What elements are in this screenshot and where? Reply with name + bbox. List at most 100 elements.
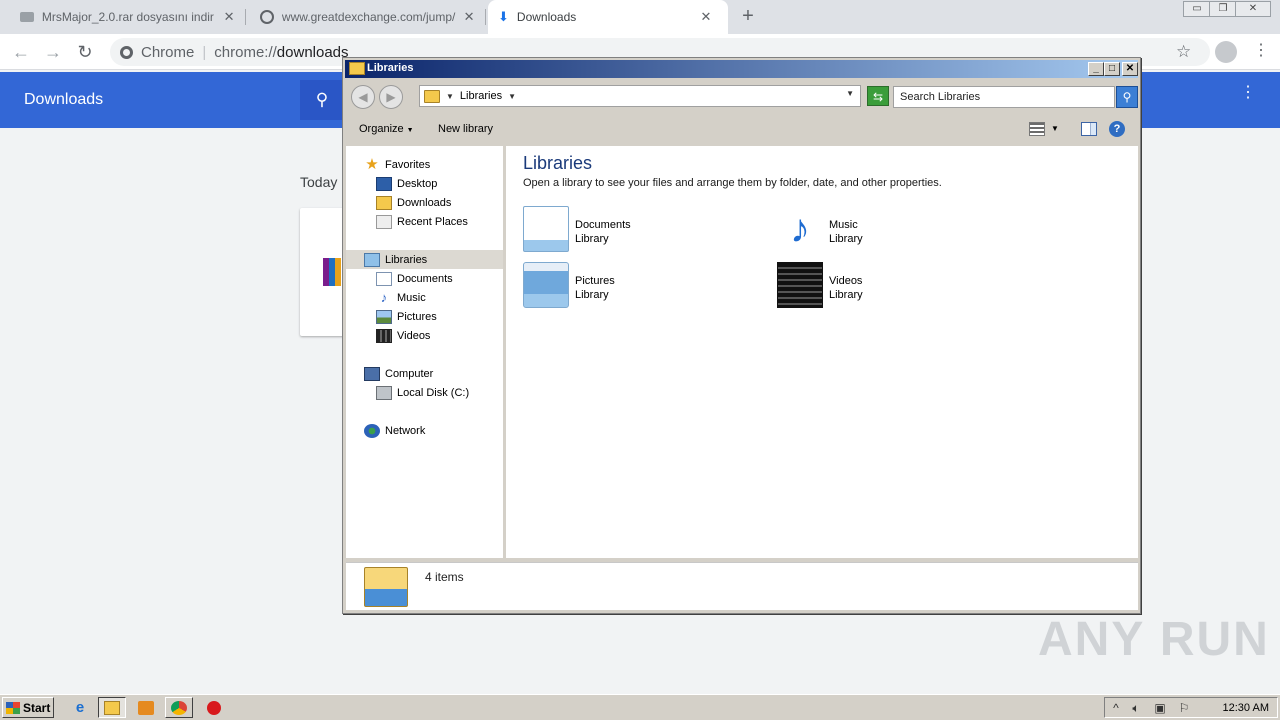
documents-library-icon (523, 206, 569, 252)
tab-close-icon[interactable]: ✕ (222, 9, 236, 25)
taskbar-media-player[interactable] (132, 697, 160, 718)
minimize-button[interactable]: ▭ (1183, 1, 1211, 17)
downloads-title: Downloads (24, 91, 104, 108)
winrar-file-icon (323, 258, 341, 286)
clock[interactable]: 12:30 AM (1223, 702, 1269, 714)
explorer-titlebar[interactable]: Libraries _ □ ✕ (345, 60, 1138, 78)
network-tray-icon[interactable]: ▣ (1153, 701, 1167, 715)
libraries-folder-large-icon (364, 567, 408, 607)
nav-network[interactable]: Network (364, 421, 425, 440)
media-player-icon (138, 700, 154, 715)
nav-label: Downloads (397, 196, 452, 209)
new-tab-button[interactable]: + (738, 6, 758, 26)
restore-button[interactable]: ❐ (1209, 1, 1237, 17)
tab-close-icon[interactable]: ✕ (699, 9, 713, 25)
help-icon[interactable]: ? (1109, 121, 1125, 137)
search-go-icon[interactable]: ⚲ (1116, 86, 1138, 108)
library-tile-music[interactable]: ♪ Music Library (777, 206, 863, 252)
computer-icon (364, 366, 380, 381)
tab-mrsmajor[interactable]: MrsMajor_2.0.rar dosyasını indir - do ✕ (10, 0, 246, 34)
nav-recent-places[interactable]: Recent Places (376, 212, 468, 231)
windows-logo-icon (6, 701, 20, 714)
breadcrumb-dropdown-icon[interactable]: ▼ (508, 92, 516, 101)
nav-pictures[interactable]: Pictures (376, 307, 437, 326)
explorer-navbar: ◀ ▶ ▼ Libraries ▼ ▼ ⇆ Search Libraries ⚲ (345, 80, 1138, 112)
tab-title: Downloads (516, 10, 577, 24)
reload-icon[interactable]: ↻ (74, 41, 96, 63)
nav-music[interactable]: ♪ Music (376, 288, 426, 307)
nav-downloads[interactable]: Downloads (376, 193, 451, 212)
downloads-more-icon[interactable]: ⋮ (1240, 85, 1256, 101)
library-tile-pictures[interactable]: Pictures Library (523, 262, 615, 308)
explorer-minimize-button[interactable]: _ (1088, 62, 1104, 76)
omnibox-url-path: downloads (276, 43, 349, 61)
folder-icon (349, 62, 365, 75)
action-center-flag-icon[interactable]: ⚐ (1177, 701, 1191, 715)
bookmark-star-icon[interactable]: ☆ (1176, 42, 1191, 62)
tab-close-icon[interactable]: ✕ (462, 9, 476, 25)
downloads-section-today: Today (300, 174, 338, 190)
forward-icon[interactable]: → (42, 41, 64, 63)
taskbar-chrome[interactable] (165, 697, 193, 718)
new-library-button[interactable]: New library (438, 123, 493, 135)
views-dropdown-icon[interactable]: ▼ (1051, 124, 1059, 133)
library-type: Library (575, 289, 609, 301)
change-view-icon[interactable] (1029, 122, 1045, 136)
downloads-folder-icon (376, 195, 392, 210)
nav-documents[interactable]: Documents (376, 269, 453, 288)
back-icon[interactable]: ← (10, 41, 32, 63)
library-tile-documents[interactable]: Documents Library (523, 206, 631, 252)
nav-favorites[interactable]: ★ Favorites (364, 155, 430, 174)
system-tray: ^ 🔈︎ ▣ ⚐ 12:30 AM (1104, 697, 1278, 718)
chrome-menu-icon[interactable]: ⋮ (1253, 42, 1269, 60)
favorites-star-icon: ★ (365, 155, 379, 173)
tab-greatdexchange[interactable]: www.greatdexchange.com/jump/ne ✕ (250, 0, 486, 34)
library-type: Library (829, 233, 863, 245)
start-label: Start (23, 700, 51, 715)
profile-avatar-icon[interactable] (1215, 41, 1237, 63)
chrome-tabstrip: MrsMajor_2.0.rar dosyasını indir - do ✕ … (0, 0, 1280, 34)
chrome-secure-icon (120, 45, 133, 59)
explorer-details-pane: 4 items (346, 562, 1138, 610)
libraries-folder-icon (424, 89, 440, 103)
explorer-back-icon[interactable]: ◀ (351, 85, 375, 109)
breadcrumb-separator-icon[interactable]: ▼ (446, 92, 454, 101)
explorer-address-bar[interactable]: ▼ Libraries ▼ ▼ (419, 85, 861, 107)
local-disk-icon (376, 385, 392, 400)
organize-button[interactable]: Organize ▼ (359, 123, 414, 135)
taskbar-ie[interactable]: e (66, 697, 94, 718)
nav-videos[interactable]: Videos (376, 326, 430, 345)
organize-label: Organize (359, 123, 404, 135)
taskbar-stop-app[interactable] (200, 697, 228, 718)
library-name: Pictures (575, 275, 615, 287)
nav-desktop[interactable]: Desktop (376, 174, 437, 193)
address-history-dropdown-icon[interactable]: ▼ (846, 89, 854, 98)
nav-label: Pictures (397, 310, 437, 323)
start-button[interactable]: Start (2, 697, 54, 718)
library-name: Music (829, 219, 858, 231)
tab-downloads[interactable]: ⬇ Downloads ✕ (488, 0, 728, 34)
search-icon[interactable]: ⚲ (300, 80, 344, 120)
volume-icon[interactable]: 🔈︎ (1129, 701, 1143, 715)
close-window-button[interactable]: ✕ (1235, 1, 1271, 17)
download-icon: ⬇ (498, 9, 509, 24)
explorer-maximize-button[interactable]: □ (1104, 62, 1120, 76)
explorer-window: Libraries _ □ ✕ ◀ ▶ ▼ Libraries ▼ ▼ ⇆ Se… (342, 57, 1141, 614)
nav-local-disk[interactable]: Local Disk (C:) (376, 383, 469, 402)
explorer-search-input[interactable]: Search Libraries (893, 86, 1115, 108)
library-tile-videos[interactable]: Videos Library (777, 262, 863, 308)
breadcrumb-libraries[interactable]: Libraries (460, 90, 502, 102)
explorer-forward-icon[interactable]: ▶ (379, 85, 403, 109)
taskbar: Start e ^ 🔈︎ ▣ ⚐ 12:30 AM (0, 694, 1280, 720)
red-stop-icon (207, 700, 221, 715)
library-type: Library (829, 289, 863, 301)
preview-pane-icon[interactable] (1081, 122, 1097, 136)
explorer-title: Libraries (367, 62, 414, 74)
nav-libraries[interactable]: Libraries (346, 250, 503, 269)
taskbar-explorer[interactable] (98, 697, 126, 718)
refresh-icon[interactable]: ⇆ (867, 86, 889, 106)
explorer-close-button[interactable]: ✕ (1122, 62, 1138, 76)
show-hidden-icons-icon[interactable]: ^ (1109, 701, 1123, 715)
chrome-icon (171, 700, 187, 715)
nav-computer[interactable]: Computer (364, 364, 433, 383)
